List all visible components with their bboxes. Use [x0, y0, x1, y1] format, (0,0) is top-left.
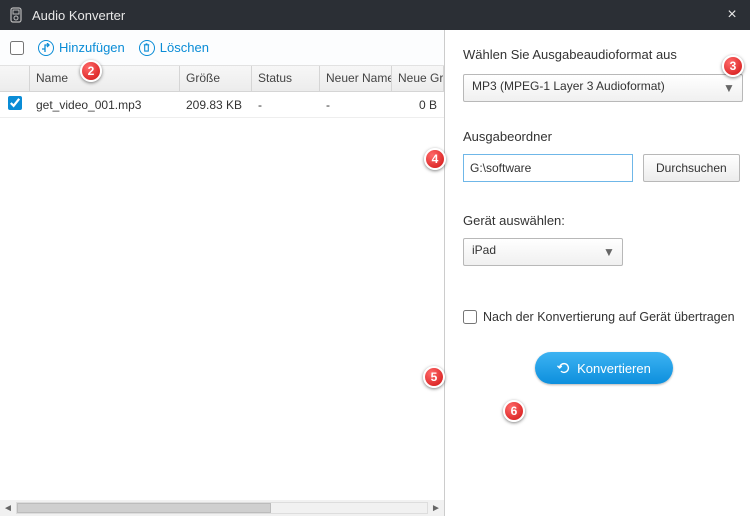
chevron-down-icon: ▼ — [720, 79, 738, 97]
table-row[interactable]: get_video_001.mp3 209.83 KB - - 0 B — [0, 92, 444, 118]
window-title: Audio Konverter — [32, 8, 722, 23]
browse-button[interactable]: Durchsuchen — [643, 154, 740, 182]
convert-label: Konvertieren — [577, 361, 651, 376]
select-all-checkbox[interactable] — [10, 41, 24, 55]
annotation-marker-6: 6 — [503, 400, 525, 422]
annotation-marker-3: 3 — [722, 55, 744, 77]
convert-button[interactable]: Konvertieren — [535, 352, 673, 384]
col-newname[interactable]: Neuer Name — [320, 66, 392, 91]
row-size: 209.83 KB — [180, 94, 252, 116]
close-icon[interactable]: × — [722, 6, 742, 24]
delete-button[interactable]: Löschen — [139, 40, 209, 56]
toolbar: Hinzufügen Löschen — [0, 30, 444, 66]
row-name: get_video_001.mp3 — [30, 94, 180, 116]
settings-panel: Wählen Sie Ausgabeaudioformat aus MP3 (M… — [445, 30, 750, 516]
row-newname: - — [320, 94, 392, 116]
transfer-checkbox[interactable] — [463, 310, 477, 324]
format-value: MP3 (MPEG-1 Layer 3 Audioformat) — [472, 79, 665, 93]
row-newsize: 0 B — [392, 94, 444, 116]
col-status[interactable]: Status — [252, 66, 320, 91]
scroll-thumb[interactable] — [17, 503, 271, 513]
file-list-panel: Hinzufügen Löschen Name Größe Status Neu… — [0, 30, 445, 516]
annotation-marker-5: 5 — [423, 366, 445, 388]
trash-icon — [139, 40, 155, 56]
col-name[interactable]: Name — [30, 66, 180, 91]
row-status: - — [252, 94, 320, 116]
col-size[interactable]: Größe — [180, 66, 252, 91]
scroll-left-icon[interactable]: ◄ — [0, 501, 16, 515]
transfer-label: Nach der Konvertierung auf Gerät übertra… — [483, 310, 735, 324]
row-checkbox[interactable] — [8, 96, 22, 110]
annotation-marker-2: 2 — [80, 60, 102, 82]
format-label: Wählen Sie Ausgabeaudioformat aus — [463, 47, 677, 62]
refresh-icon — [557, 361, 571, 375]
scroll-right-icon[interactable]: ► — [428, 501, 444, 515]
delete-label: Löschen — [160, 40, 209, 55]
device-label: Gerät auswählen: — [463, 213, 565, 228]
titlebar: Audio Konverter × — [0, 0, 750, 30]
chevron-down-icon: ▼ — [600, 243, 618, 261]
add-icon — [38, 40, 54, 56]
device-value: iPad — [472, 243, 496, 257]
annotation-marker-4: 4 — [424, 148, 446, 170]
format-select[interactable]: MP3 (MPEG-1 Layer 3 Audioformat) ▼ — [463, 74, 743, 102]
output-folder-input[interactable] — [463, 154, 633, 182]
app-logo-icon — [8, 7, 24, 23]
add-label: Hinzufügen — [59, 40, 125, 55]
horizontal-scrollbar[interactable]: ◄ ► — [0, 500, 444, 516]
device-select[interactable]: iPad ▼ — [463, 238, 623, 266]
col-newsize[interactable]: Neue Grö — [392, 66, 444, 91]
table-header: Name Größe Status Neuer Name Neue Grö — [0, 66, 444, 92]
add-button[interactable]: Hinzufügen — [38, 40, 125, 56]
output-folder-label: Ausgabeordner — [463, 129, 552, 144]
